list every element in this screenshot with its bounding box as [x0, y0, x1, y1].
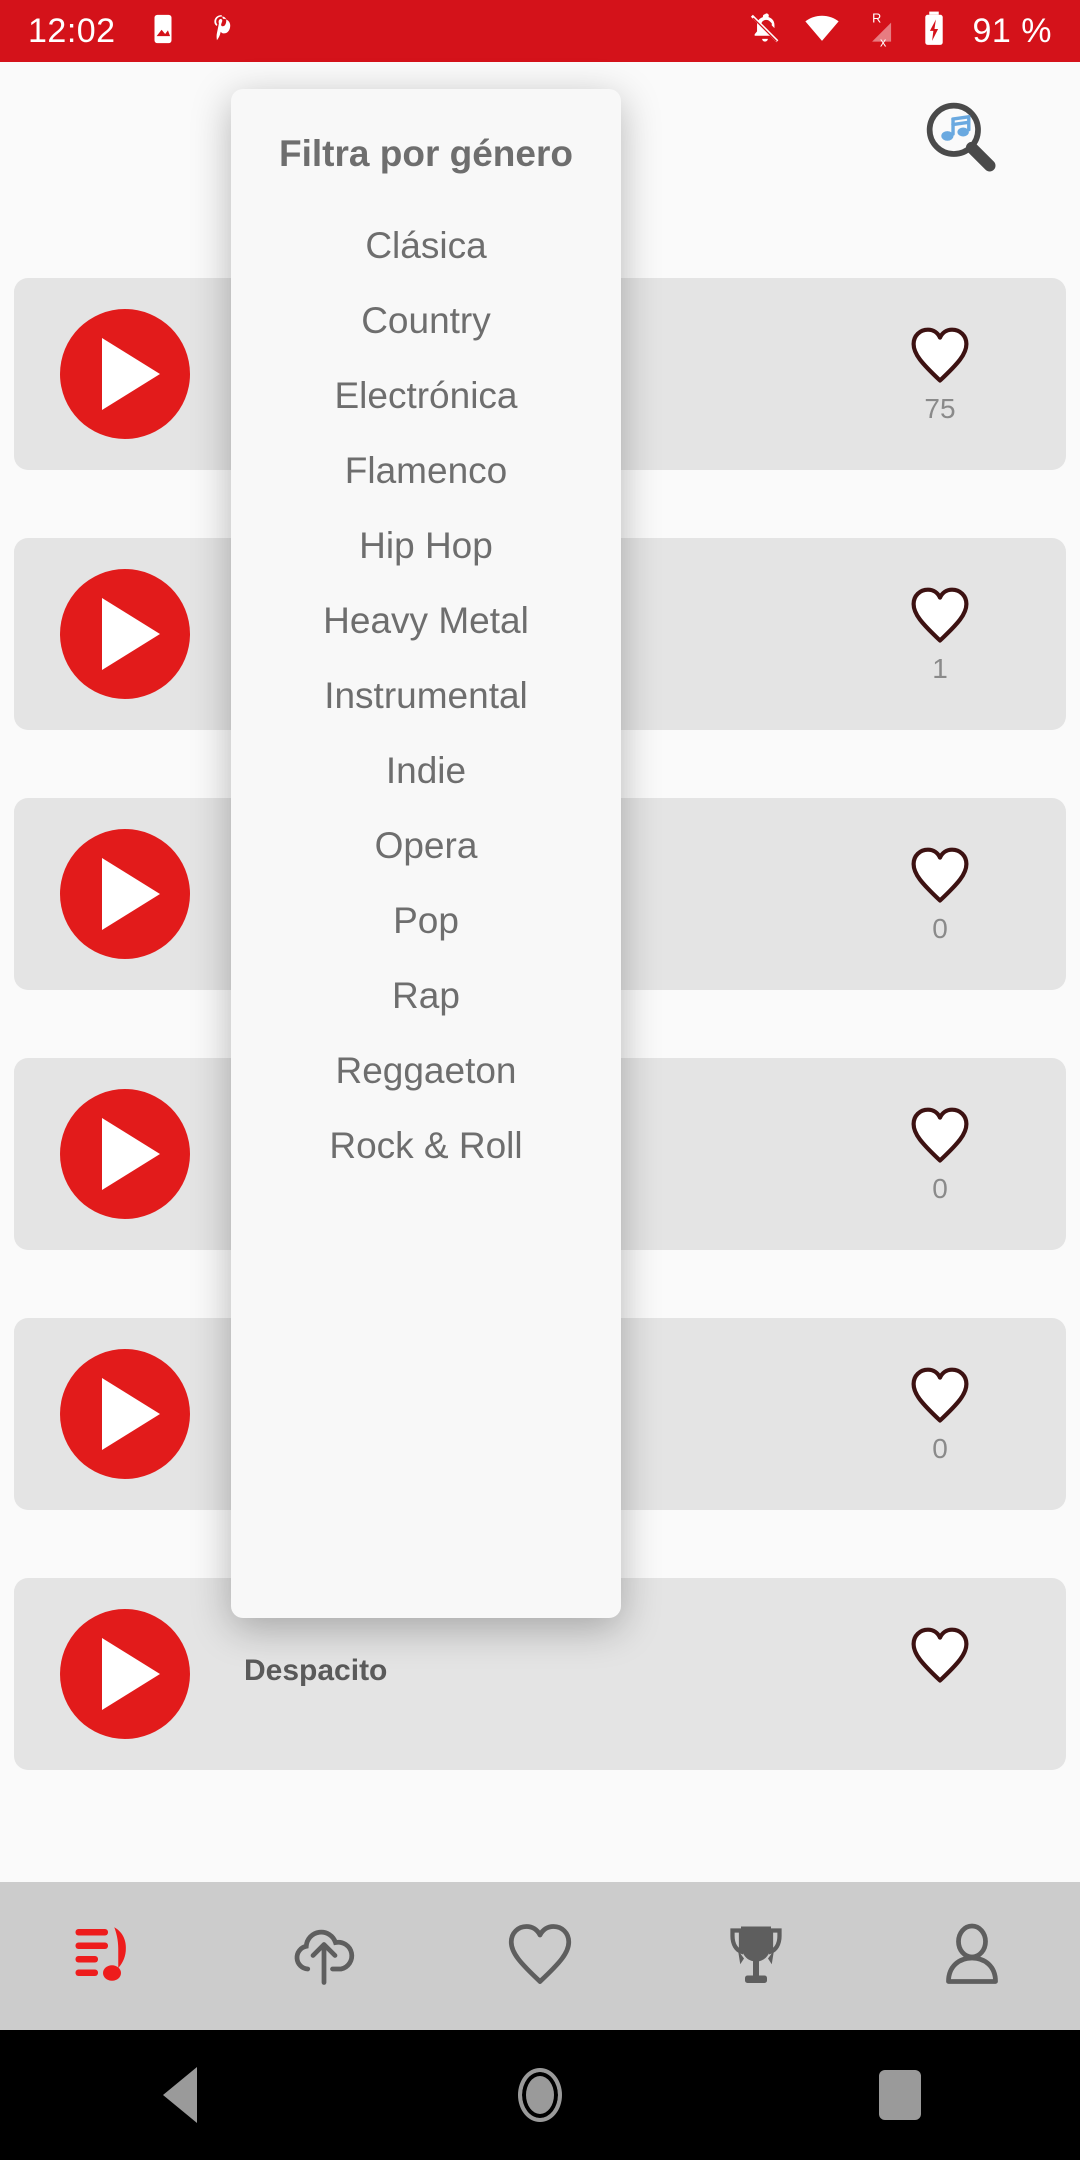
like-count: 1	[932, 653, 948, 684]
person-icon	[932, 1914, 1012, 1999]
nav-item-ranking[interactable]	[648, 1882, 864, 2030]
pinterest-icon	[206, 12, 240, 51]
genre-filter-dialog[interactable]: Filtra por género Clásica Country Electrón…	[231, 89, 621, 1618]
like-count: 0	[932, 1433, 948, 1464]
genre-option[interactable]: Electrónica	[323, 358, 529, 433]
play-triangle-icon	[102, 858, 160, 930]
nav-item-favorites[interactable]	[432, 1882, 648, 2030]
like-count: 0	[932, 913, 948, 944]
genre-option[interactable]: Pop	[323, 883, 529, 958]
music-search-icon[interactable]	[916, 92, 1006, 182]
nav-item-upload[interactable]	[216, 1882, 432, 2030]
play-triangle-icon	[102, 1118, 160, 1190]
like-count: 75	[924, 393, 956, 424]
play-button[interactable]	[60, 1609, 190, 1739]
battery-percent-label: 91 %	[972, 12, 1052, 50]
genre-option[interactable]: Heavy Metal	[323, 583, 529, 658]
genre-option[interactable]: Opera	[323, 808, 529, 883]
heart-outline-icon	[903, 1360, 977, 1431]
genre-option[interactable]: Clásica	[323, 208, 529, 283]
like-button[interactable]: 0	[880, 1360, 1000, 1463]
heart-outline-icon	[903, 1100, 977, 1171]
play-button[interactable]	[60, 569, 190, 699]
genre-option[interactable]: Rap	[323, 958, 529, 1033]
play-button[interactable]	[60, 1089, 190, 1219]
like-button[interactable]: 75	[880, 320, 1000, 423]
back-icon	[163, 2067, 197, 2123]
recents-icon	[879, 2070, 921, 2120]
heart-outline-icon	[903, 580, 977, 651]
genre-option[interactable]: Indie	[323, 733, 529, 808]
music-playlist-icon	[68, 1914, 148, 1999]
android-navigation-bar[interactable]	[0, 2030, 1080, 2160]
image-icon	[146, 12, 180, 51]
android-recents-button[interactable]	[720, 2070, 1080, 2120]
play-button[interactable]	[60, 1349, 190, 1479]
like-button[interactable]: 1	[880, 580, 1000, 683]
like-button[interactable]	[880, 1620, 1000, 1695]
heart-icon	[500, 1914, 580, 1999]
genre-option[interactable]: Country	[323, 283, 529, 358]
play-triangle-icon	[102, 338, 160, 410]
cellular-roaming-no-signal-icon: R x	[861, 10, 899, 53]
svg-text:R: R	[872, 11, 881, 25]
like-button[interactable]: 0	[880, 1100, 1000, 1203]
dialog-title: Filtra por género	[279, 133, 573, 174]
like-button[interactable]: 0	[880, 840, 1000, 943]
heart-outline-icon	[903, 320, 977, 391]
cloud-upload-icon	[284, 1914, 364, 1999]
status-bar: 12:02 R x 91 %	[0, 0, 1080, 62]
nav-item-songs[interactable]	[0, 1882, 216, 2030]
trophy-icon	[716, 1914, 796, 1999]
notifications-off-icon	[747, 11, 783, 52]
status-right-icons: R x 91 %	[747, 10, 1053, 53]
bottom-navigation-bar[interactable]	[0, 1882, 1080, 2030]
nav-item-profile[interactable]	[864, 1882, 1080, 2030]
heart-outline-icon	[903, 1620, 977, 1691]
play-button[interactable]	[60, 829, 190, 959]
genre-option[interactable]: Reggaeton	[323, 1033, 529, 1108]
phone-screen: 12:02 R x 91 % 75 1 0 0 0 Despacito Filt…	[0, 0, 1080, 2160]
genre-option[interactable]: Instrumental	[323, 658, 529, 733]
svg-text:x: x	[880, 35, 887, 48]
genre-option[interactable]: Hip Hop	[323, 508, 529, 583]
android-home-button[interactable]	[360, 2068, 720, 2122]
status-left-icons	[146, 12, 240, 51]
heart-outline-icon	[903, 840, 977, 911]
status-clock: 12:02	[28, 12, 116, 50]
play-triangle-icon	[102, 1378, 160, 1450]
genre-option[interactable]: Flamenco	[323, 433, 529, 508]
android-back-button[interactable]	[0, 2067, 360, 2123]
song-title: Despacito	[244, 1654, 388, 1687]
genre-option-list[interactable]: Clásica Country Electrónica Flamenco Hip Hop…	[323, 208, 529, 1183]
genre-option[interactable]: Rock & Roll	[323, 1108, 529, 1183]
wifi-icon	[803, 10, 841, 53]
play-triangle-icon	[102, 598, 160, 670]
battery-charging-icon	[919, 10, 949, 53]
like-count: 0	[932, 1173, 948, 1204]
play-triangle-icon	[102, 1638, 160, 1710]
play-button[interactable]	[60, 309, 190, 439]
home-icon	[518, 2068, 562, 2122]
